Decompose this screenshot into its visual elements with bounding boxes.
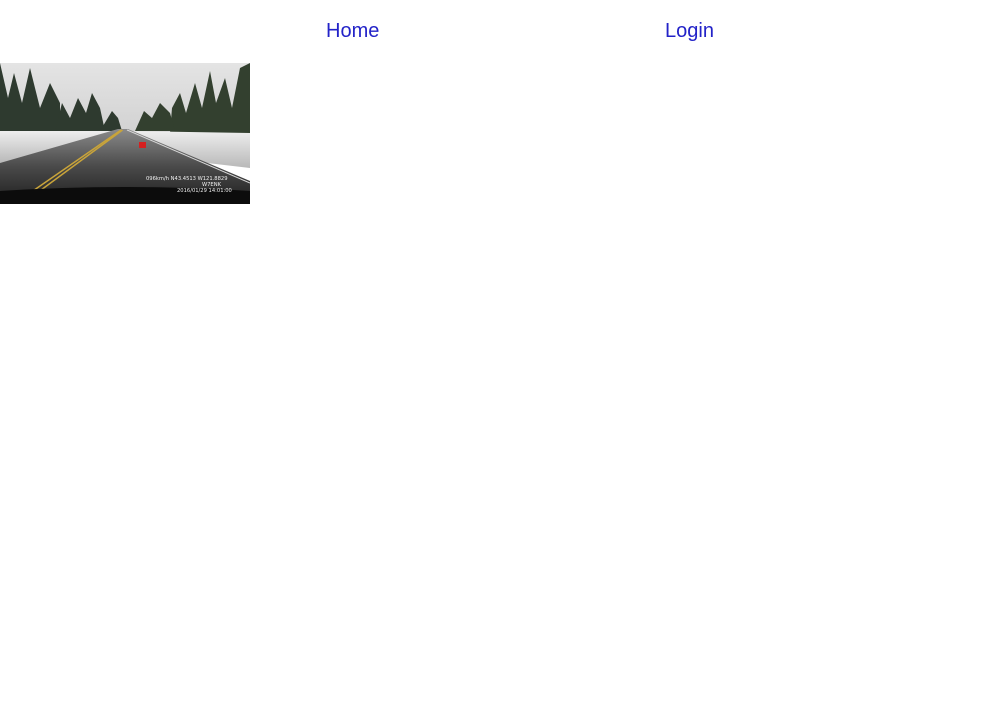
top-nav: Home Login: [0, 0, 1000, 63]
dashcam-road-image: 096km/h N43.4513 W121.8829 W7ENK 2016/01…: [0, 63, 250, 204]
video-thumbnail[interactable]: 096km/h N43.4513 W121.8829 W7ENK 2016/01…: [0, 63, 250, 204]
overlay-line-3: 2016/01/29 14:01:00: [177, 188, 232, 194]
home-link[interactable]: Home: [326, 19, 379, 43]
login-link[interactable]: Login: [665, 19, 714, 43]
